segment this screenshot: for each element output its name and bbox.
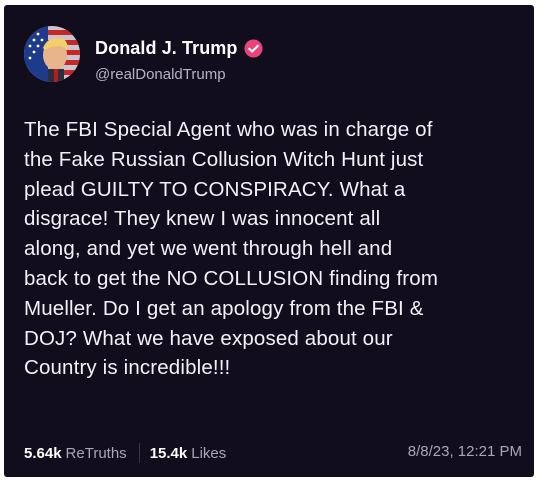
likes-stat[interactable]: 15.4k Likes [150,445,227,462]
verified-badge-icon [243,39,263,58]
likes-label: Likes [191,444,227,462]
author-display-name[interactable]: Donald J. Trump [95,38,238,59]
author-handle[interactable]: @realDonaldTrump [95,66,226,83]
post-timestamp[interactable]: 8/8/23, 12:21 PM [408,443,522,460]
stats-divider [138,443,140,463]
retruths-stat[interactable]: 5.64k ReTruths [24,445,127,462]
likes-count: 15.4k [149,444,188,462]
retruths-label: ReTruths [65,444,127,462]
author-row: Donald J. Trump [95,38,263,59]
avatar-image [24,26,80,82]
engagement-stats: 5.64k ReTruths 15.4k Likes [24,443,226,463]
post-card[interactable]: Donald J. Trump @realDonaldTrump The FBI… [4,5,534,477]
avatar[interactable] [24,26,80,82]
retruths-count: 5.64k [24,444,62,462]
post-body-text: The FBI Special Agent who was in charge … [24,118,439,380]
